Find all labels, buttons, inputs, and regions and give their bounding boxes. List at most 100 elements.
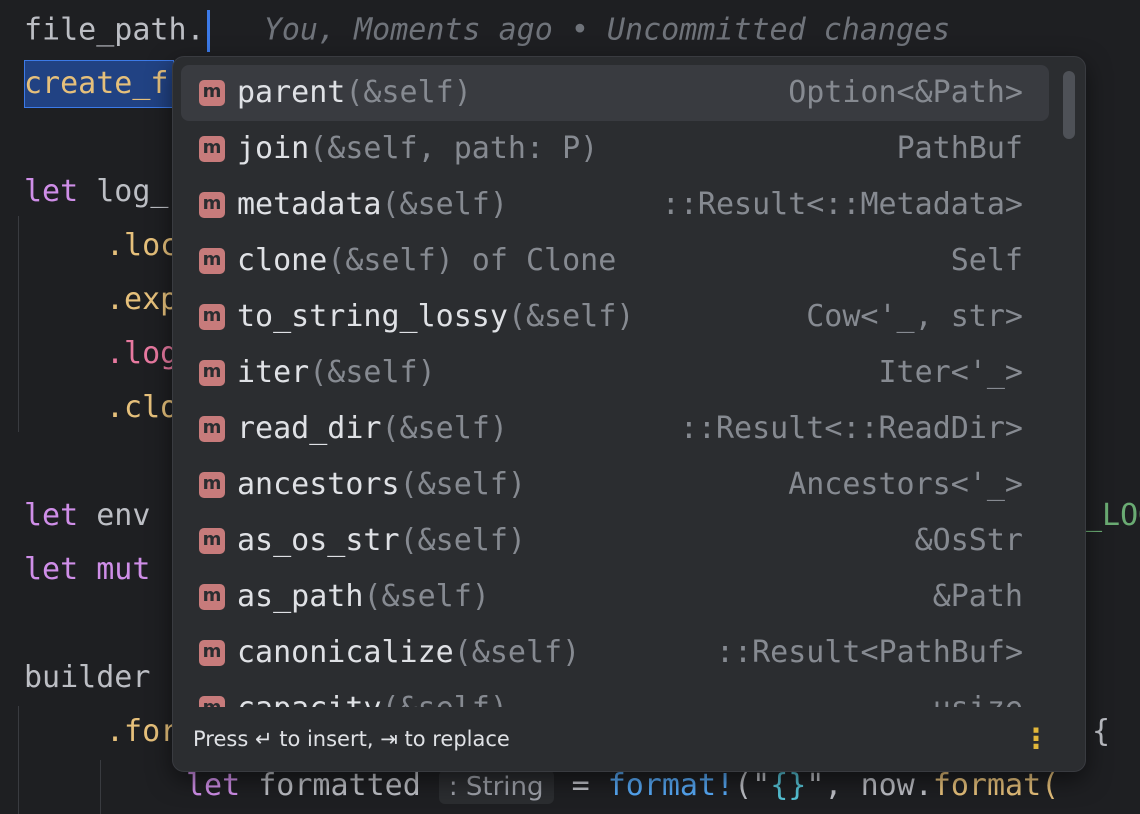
identifier: log_ xyxy=(96,174,169,209)
method-icon: m xyxy=(199,416,225,442)
type-hint: : String xyxy=(438,769,554,804)
completion-item-signature: (&self) xyxy=(453,635,581,670)
code-line-1[interactable]: file_path. You, Moments ago • Uncommitte… xyxy=(24,10,951,52)
indent-guide xyxy=(100,760,101,814)
method-icon: m xyxy=(199,360,225,386)
completion-item-name: read_dir xyxy=(237,411,382,446)
completion-list[interactable]: m parent(&self) Option<&Path> m join(&self, … xyxy=(173,57,1053,707)
code-line-2[interactable]: create_f xyxy=(24,64,169,104)
completion-item-type: ::Result<::ReadDir> xyxy=(679,411,1023,446)
completion-item-signature: (&self, path: P) xyxy=(309,131,599,166)
completion-item-label: ancestors(&self) xyxy=(237,457,526,513)
code-line-8[interactable]: let env xyxy=(24,496,150,536)
code-text: (" xyxy=(734,768,771,803)
completion-item-label: as_os_str(&self) xyxy=(237,513,526,569)
code-text: create_f xyxy=(24,66,169,101)
completion-item[interactable]: m iter(&self) Iter<'_> xyxy=(181,345,1049,401)
completion-popup[interactable]: m parent(&self) Option<&Path> m join(&self, … xyxy=(172,56,1086,772)
completion-item-label: capacity(&self) xyxy=(237,681,508,707)
completion-hint-text: Press ↵ to insert, ⇥ to replace xyxy=(193,727,510,751)
code-line-6[interactable]: .log xyxy=(106,334,178,374)
completion-item-type: ::Result<::Metadata> xyxy=(661,187,1023,222)
completion-item[interactable]: m ancestors(&self) Ancestors<'_> xyxy=(181,457,1049,513)
code-line-12[interactable]: let formatted : String = format!("{}", n… xyxy=(186,766,1059,806)
completion-item-type: PathBuf xyxy=(896,131,1023,166)
method-icon: m xyxy=(199,136,225,162)
completion-item[interactable]: m read_dir(&self)::Result<::ReadDir> xyxy=(181,401,1049,457)
keyword: let xyxy=(186,768,241,803)
completion-item-signature: (&self) xyxy=(399,523,526,558)
more-vertical-icon[interactable]: ⋮ xyxy=(1021,707,1051,771)
completion-item-name: clone xyxy=(237,243,328,278)
completion-item[interactable]: m join(&self, path: P) PathBuf xyxy=(181,121,1049,177)
completion-item[interactable]: m clone(&self) of Clone Self xyxy=(181,233,1049,289)
macro-call: format! xyxy=(607,768,735,803)
completion-item-signature: (&self) xyxy=(309,355,436,390)
completion-item-name: metadata xyxy=(237,187,382,222)
completion-item-name: canonicalize xyxy=(237,635,454,670)
identifier: formatted xyxy=(258,768,421,803)
completion-item-label: clone(&self) of Clone xyxy=(237,233,616,289)
text-cursor xyxy=(206,10,210,52)
method-icon: m xyxy=(199,80,225,106)
completion-item-type: Ancestors<'_> xyxy=(788,467,1023,502)
completion-item[interactable]: m capacity(&self) usize xyxy=(181,681,1049,707)
completion-item[interactable]: m canonicalize(&self)::Result<PathBuf> xyxy=(181,625,1049,681)
code-line-10[interactable]: builder xyxy=(24,658,150,698)
completion-item[interactable]: m as_os_str(&self) &OsStr xyxy=(181,513,1049,569)
completion-item[interactable]: m as_path(&self) &Path xyxy=(181,569,1049,625)
completion-item-signature: (&self) of Clone xyxy=(327,243,617,278)
completion-item-signature: (&self) xyxy=(381,411,508,446)
method-call: .exp xyxy=(106,282,179,317)
code-text: _LOG xyxy=(1084,498,1140,533)
code-line-3[interactable]: let log_ xyxy=(24,172,169,212)
keyword: let xyxy=(24,498,79,533)
completion-item-signature: (&self) xyxy=(381,187,508,222)
code-line-5[interactable]: .exp xyxy=(106,280,178,320)
method-icon: m xyxy=(199,304,225,330)
code-line-9[interactable]: let mut xyxy=(24,550,150,590)
git-blame-annotation: You, Moments ago • Uncommitted changes xyxy=(263,12,951,48)
completion-item-name: as_os_str xyxy=(237,523,400,558)
format-placeholder: {} xyxy=(770,768,807,803)
completion-item[interactable]: m to_string_lossy(&self) Cow<'_, str> xyxy=(181,289,1049,345)
method-call: .loc xyxy=(106,228,179,263)
completion-item-type: &Path xyxy=(932,579,1023,614)
indent-guide xyxy=(18,216,19,432)
completion-item-type: ::Result<PathBuf> xyxy=(715,635,1023,670)
completion-item-label: as_path(&self) xyxy=(237,569,490,625)
method-icon: m xyxy=(199,472,225,498)
code-text: file_path. xyxy=(24,12,205,48)
completion-item-type: Option<&Path> xyxy=(788,75,1023,110)
completion-scrollbar[interactable] xyxy=(1063,71,1075,139)
completion-item-name: parent xyxy=(237,75,346,110)
code-line-7[interactable]: .clo xyxy=(106,388,178,428)
method-icon: m xyxy=(199,528,225,554)
completion-item-type: Cow<'_, str> xyxy=(806,299,1023,334)
completion-item[interactable]: m parent(&self) Option<&Path> xyxy=(181,65,1049,121)
method-icon: m xyxy=(199,584,225,610)
method-icon: m xyxy=(199,248,225,274)
method-call: .clo xyxy=(106,390,179,425)
completion-item-label: parent(&self) xyxy=(237,65,472,121)
completion-item-label: metadata(&self) xyxy=(237,177,508,233)
completion-item-label: join(&self, path: P) xyxy=(237,121,598,177)
completion-item[interactable]: m metadata(&self)::Result<::Metadata> xyxy=(181,177,1049,233)
method-icon: m xyxy=(199,192,225,218)
identifier: builder xyxy=(24,660,151,695)
completion-item-label: to_string_lossy(&self) xyxy=(237,289,634,345)
keyword: let xyxy=(24,174,79,209)
completion-item-signature: (&self) xyxy=(345,75,472,110)
completion-item-type: &OsStr xyxy=(914,523,1023,558)
code-line-4[interactable]: .loc xyxy=(106,226,178,266)
code-text: ", xyxy=(806,768,843,803)
completion-item-label: canonicalize(&self) xyxy=(237,625,580,681)
completion-footer: Press ↵ to insert, ⇥ to replace ⋮ xyxy=(173,707,1085,771)
completion-item-type: usize xyxy=(933,681,1023,707)
identifier: now. xyxy=(860,768,933,803)
completion-item-name: capacity xyxy=(237,691,382,707)
completion-item-signature: (&self) xyxy=(507,299,635,334)
code-line-11[interactable]: .for xyxy=(106,712,178,752)
completion-item-signature: (&self) xyxy=(363,579,490,614)
code-line-8-tail: _LOG xyxy=(1084,496,1140,536)
